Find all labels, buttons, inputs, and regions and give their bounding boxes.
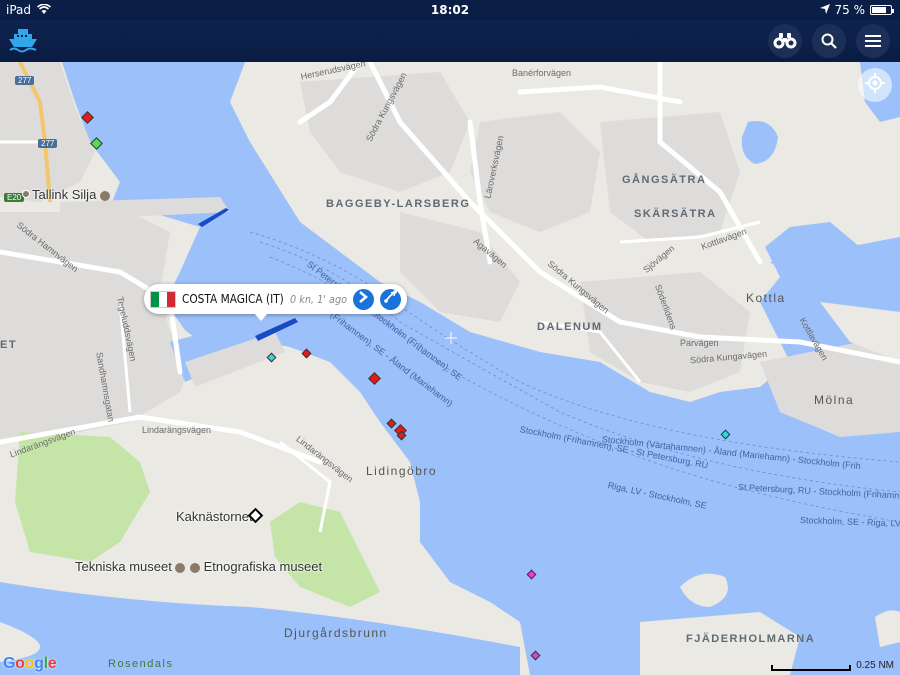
ferry-terminal-icon bbox=[99, 190, 110, 201]
museum-icon bbox=[175, 562, 186, 573]
search-button[interactable] bbox=[812, 24, 846, 58]
vessel-name: COSTA MAGICA (IT) bbox=[182, 292, 284, 306]
museum-icon bbox=[190, 562, 200, 573]
chevron-right-icon bbox=[358, 290, 368, 308]
location-arrow-icon bbox=[819, 3, 830, 17]
scale-bar-line bbox=[771, 665, 852, 671]
area-label: Lidingöbro bbox=[366, 464, 438, 478]
poi-etnografiska-museet[interactable]: Etnografiska museet bbox=[190, 559, 322, 574]
google-attribution: Google bbox=[3, 655, 57, 672]
poi-kaknastornet[interactable]: Kaknästornet bbox=[176, 509, 253, 524]
poi-dot-icon bbox=[22, 190, 30, 198]
area-label: BAGGEBY-LARSBERG bbox=[326, 198, 471, 210]
street-label: Lindarängsvägen bbox=[142, 425, 212, 435]
area-label: Rosendals bbox=[108, 658, 174, 670]
area-label: FJÄDERHOLMARNA bbox=[686, 633, 816, 645]
binoculars-button[interactable] bbox=[768, 24, 802, 58]
poi-tallink-silja[interactable]: Tallink Silja bbox=[32, 187, 110, 202]
area-label: ET bbox=[0, 339, 18, 351]
area-label: GÅNGSÄTRA bbox=[622, 174, 707, 186]
road-shield: 277 bbox=[15, 76, 35, 85]
search-icon bbox=[821, 33, 837, 49]
vessel-details-button[interactable] bbox=[352, 288, 374, 310]
ship-logo-icon[interactable] bbox=[8, 25, 38, 55]
area-label: Kottla bbox=[746, 291, 786, 305]
map-view[interactable]: 277 277 E20 BAGGEBY-LARSBERG GÅNGSÄTRA S… bbox=[0, 62, 900, 675]
scale-bar-label: 0.25 NM bbox=[856, 660, 894, 671]
area-label: Mölna bbox=[814, 393, 855, 407]
locate-me-button[interactable] bbox=[858, 68, 892, 102]
status-bar: iPad 18:02 75 % bbox=[0, 0, 900, 20]
app-toolbar bbox=[0, 20, 900, 62]
vessel-popup[interactable]: COSTA MAGICA (IT) 0 kn, 1' ago bbox=[144, 284, 407, 321]
battery-percentage: 75 % bbox=[834, 3, 866, 17]
status-time: 18:02 bbox=[430, 3, 470, 17]
scale-bar: 0.25 NM bbox=[771, 660, 894, 671]
route-icon bbox=[383, 290, 397, 308]
area-label: Djurgårdsbrunn bbox=[284, 626, 388, 640]
menu-icon bbox=[865, 34, 881, 48]
street-label: Parvägen bbox=[680, 338, 719, 348]
area-label: SKÄRSÄTRA bbox=[634, 208, 717, 220]
binoculars-icon bbox=[773, 32, 797, 50]
menu-button[interactable] bbox=[856, 24, 890, 58]
flag-italy-icon bbox=[150, 290, 176, 308]
crosshair-icon bbox=[865, 72, 885, 98]
vessel-speed-info: 0 kn, 1' ago bbox=[289, 292, 347, 306]
road-shield: 277 bbox=[38, 139, 58, 148]
battery-icon bbox=[870, 5, 894, 15]
street-label: Banérforvägen bbox=[512, 68, 572, 78]
vessel-route-button[interactable] bbox=[379, 288, 401, 310]
poi-tekniska-museet[interactable]: Tekniska museet bbox=[75, 559, 186, 574]
area-label: DALENUM bbox=[537, 321, 603, 333]
